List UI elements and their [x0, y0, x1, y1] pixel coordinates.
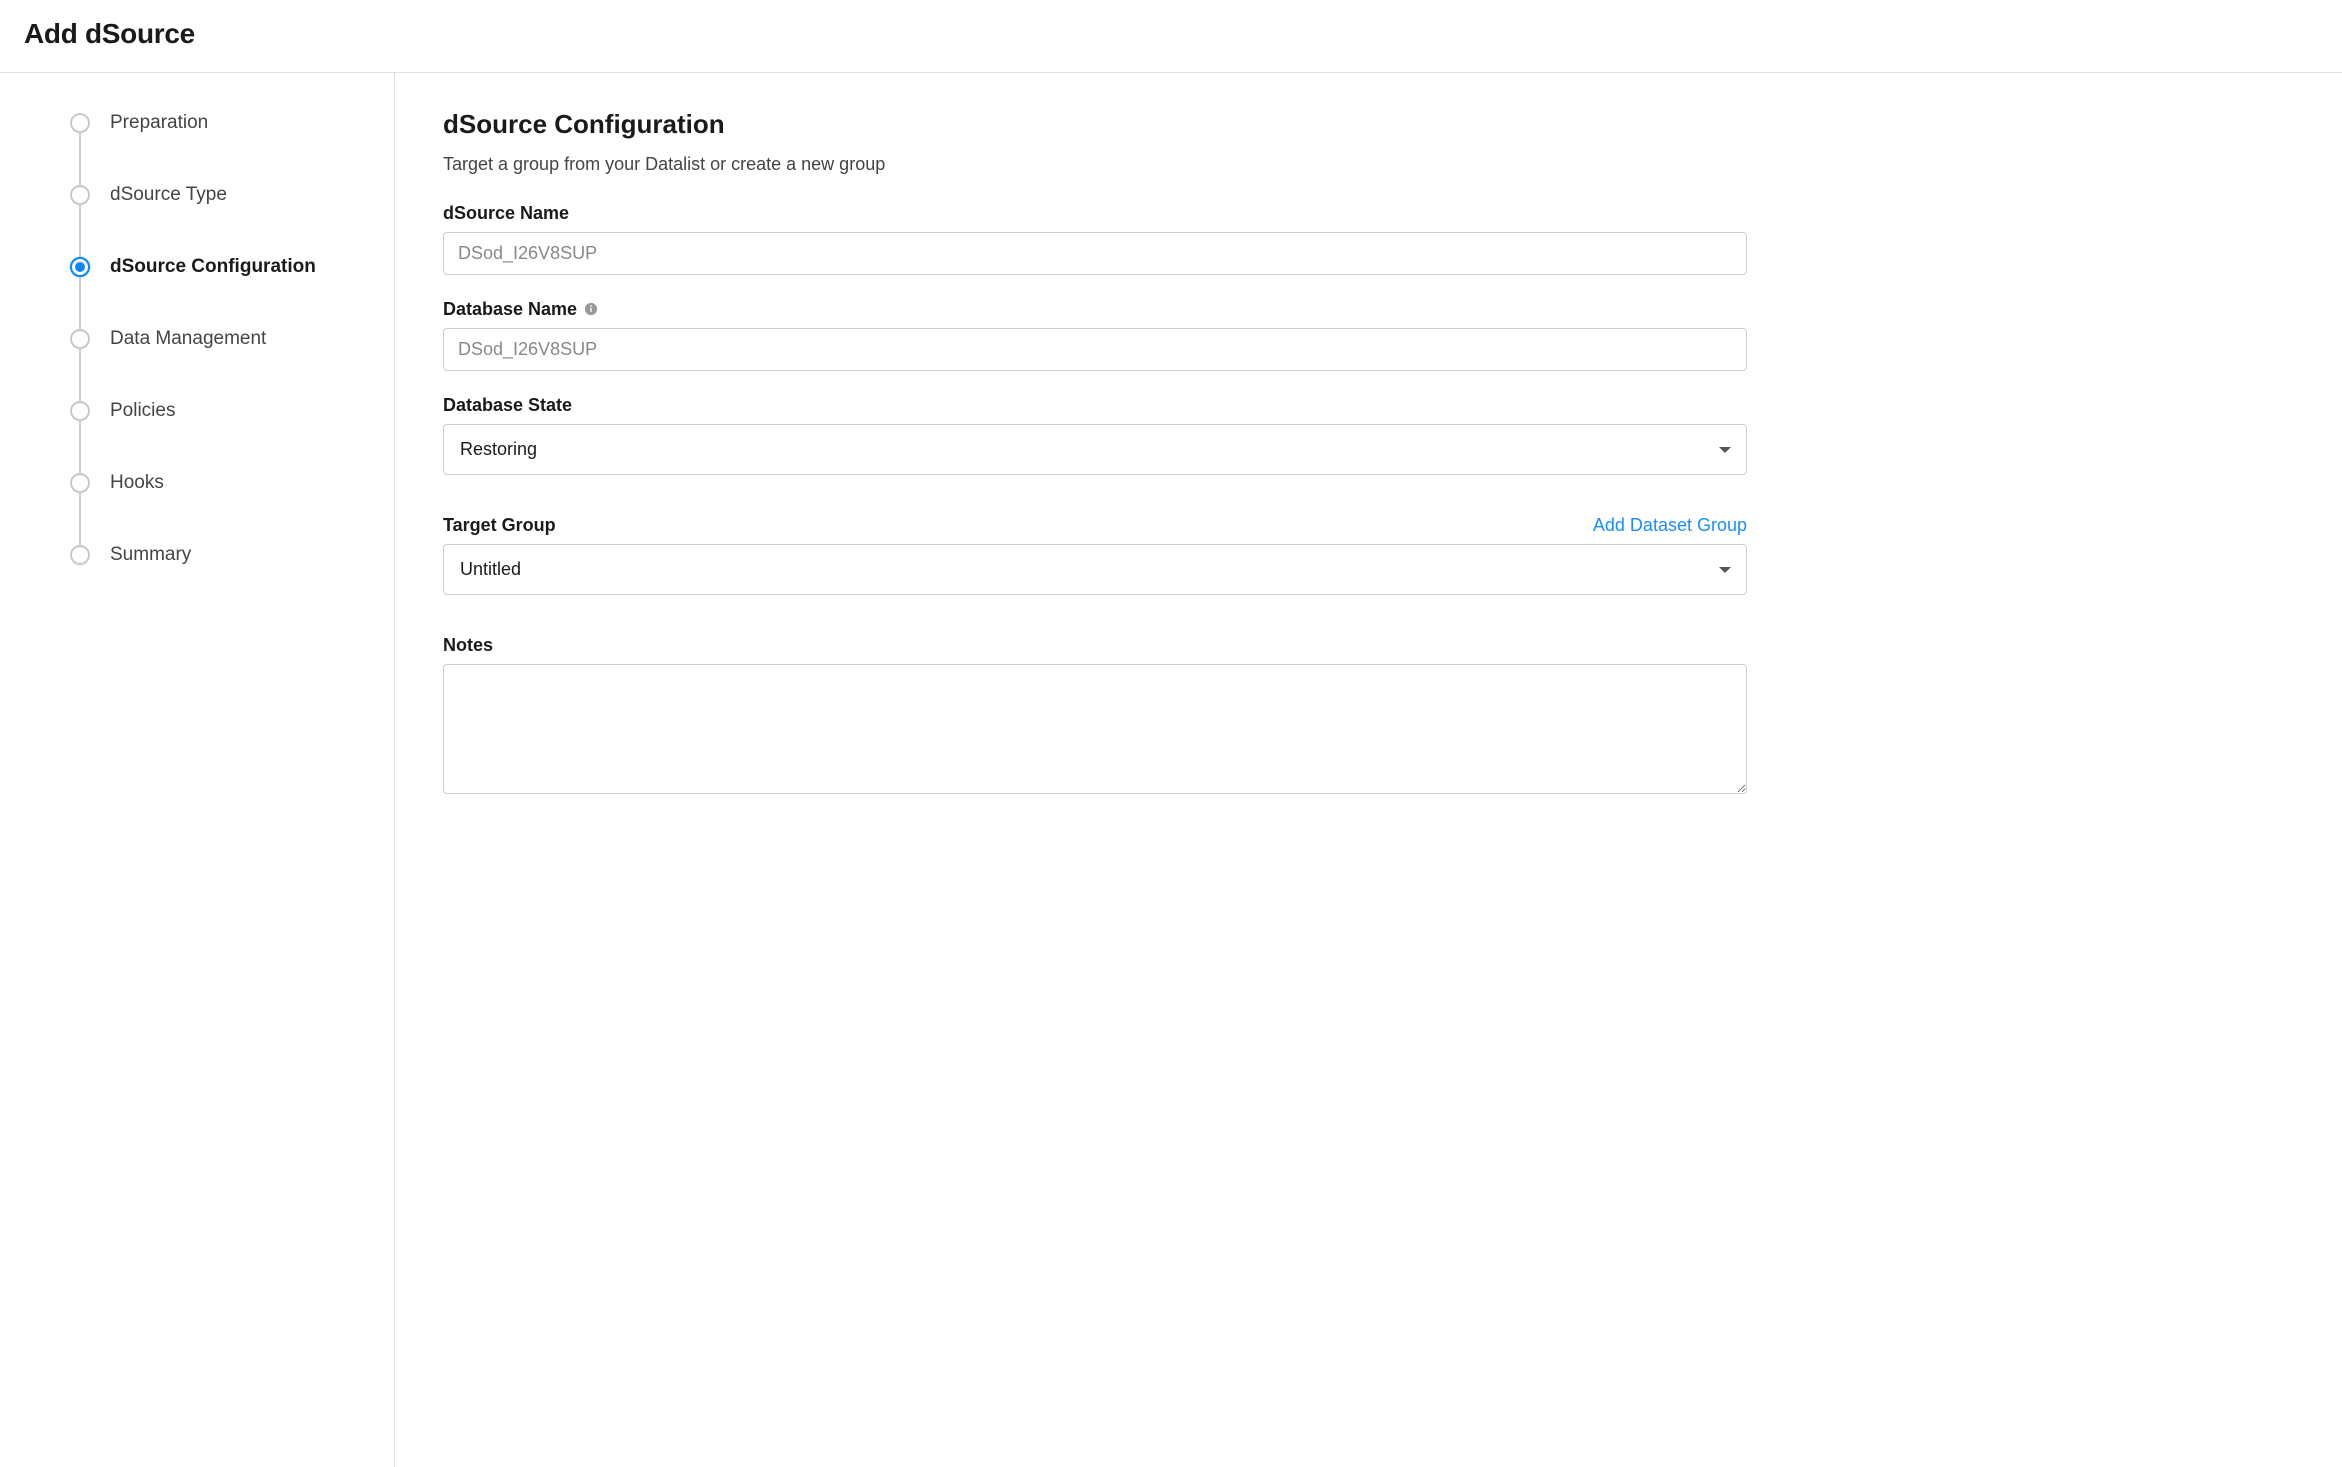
field-database-name: Database Name [443, 299, 1747, 371]
page-header: Add dSource [0, 0, 2342, 73]
step-label: dSource Configuration [110, 257, 316, 277]
database-name-label-text: Database Name [443, 299, 577, 319]
add-dataset-group-link[interactable]: Add Dataset Group [1593, 515, 1747, 536]
step-connector [79, 349, 81, 401]
section-subtitle: Target a group from your Datalist or cre… [443, 154, 1747, 175]
database-name-label: Database Name [443, 299, 1747, 320]
database-state-value: Restoring [460, 439, 537, 460]
step-policies[interactable]: Policies [70, 401, 374, 473]
main-content: dSource Configuration Target a group fro… [395, 73, 1795, 1467]
field-target-group: Target Group Add Dataset Group Untitled [443, 515, 1747, 595]
step-hooks[interactable]: Hooks [70, 473, 374, 545]
step-label: Preparation [110, 113, 208, 133]
step-summary[interactable]: Summary [70, 545, 374, 617]
target-group-label: Target Group [443, 515, 556, 536]
step-label: Data Management [110, 329, 266, 349]
field-dsource-name: dSource Name [443, 203, 1747, 275]
step-label: Summary [110, 545, 191, 565]
step-indicator-icon [70, 329, 90, 349]
page-title: Add dSource [24, 18, 2318, 50]
step-data-management[interactable]: Data Management [70, 329, 374, 401]
database-state-select[interactable]: Restoring [443, 424, 1747, 475]
body-wrap: Preparation dSource Type dSource Configu… [0, 73, 2342, 1467]
step-list: Preparation dSource Type dSource Configu… [70, 113, 374, 617]
step-label: Hooks [110, 473, 164, 493]
target-group-value: Untitled [460, 559, 521, 580]
step-indicator-icon [70, 185, 90, 205]
field-database-state: Database State Restoring [443, 395, 1747, 475]
step-connector [79, 493, 81, 545]
info-icon[interactable] [584, 302, 598, 316]
step-dsource-configuration[interactable]: dSource Configuration [70, 257, 374, 329]
dsource-name-label: dSource Name [443, 203, 1747, 224]
step-indicator-icon [70, 113, 90, 133]
step-connector [79, 421, 81, 473]
target-group-select[interactable]: Untitled [443, 544, 1747, 595]
step-connector [79, 205, 81, 257]
step-label: dSource Type [110, 185, 227, 205]
database-state-label: Database State [443, 395, 1747, 416]
step-indicator-icon [70, 545, 90, 565]
step-indicator-icon [70, 401, 90, 421]
section-title: dSource Configuration [443, 109, 1747, 140]
notes-textarea[interactable] [443, 664, 1747, 794]
step-label: Policies [110, 401, 175, 421]
step-indicator-icon [70, 257, 90, 277]
step-dsource-type[interactable]: dSource Type [70, 185, 374, 257]
notes-label: Notes [443, 635, 1747, 656]
step-connector [79, 133, 81, 185]
dsource-name-input[interactable] [443, 232, 1747, 275]
field-notes: Notes [443, 635, 1747, 799]
database-name-input[interactable] [443, 328, 1747, 371]
step-indicator-icon [70, 473, 90, 493]
step-connector [79, 277, 81, 329]
step-preparation[interactable]: Preparation [70, 113, 374, 185]
wizard-sidebar: Preparation dSource Type dSource Configu… [0, 73, 395, 1467]
